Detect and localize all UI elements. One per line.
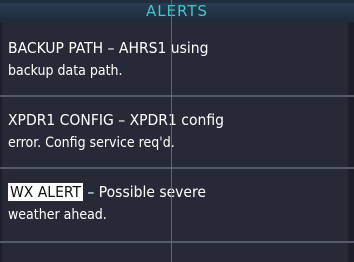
alert-line-1: BACKUP PATH – AHRS1 using [8,39,209,57]
alert-line-2: error. Config service req'd. [8,135,175,151]
alert-divider [0,95,354,97]
alert-message-backup-path[interactable]: BACKUP PATH – AHRS1 using backup data pa… [8,38,348,81]
alerts-header: ALERTS [0,0,354,22]
alert-message-wx-alert[interactable]: WX ALERT – Possible severe weather ahead… [8,182,348,225]
alert-line-2: weather ahead. [8,207,107,223]
wx-alert-label: WX ALERT [8,183,83,201]
alerts-title: ALERTS [145,2,209,20]
center-reference-line [171,0,172,262]
alert-line-1: WX ALERT – Possible severe [8,182,348,202]
alert-line-2: backup data path. [8,63,123,79]
alert-divider [0,167,354,169]
alert-message-xpdr1-config[interactable]: XPDR1 CONFIG – XPDR1 config error. Confi… [8,110,348,153]
alert-divider [0,241,354,243]
wx-alert-text: – Possible severe [82,183,206,201]
alerts-window: ALERTS BACKUP PATH – AHRS1 using backup … [0,0,354,262]
alert-line-1: XPDR1 CONFIG – XPDR1 config [8,111,224,129]
